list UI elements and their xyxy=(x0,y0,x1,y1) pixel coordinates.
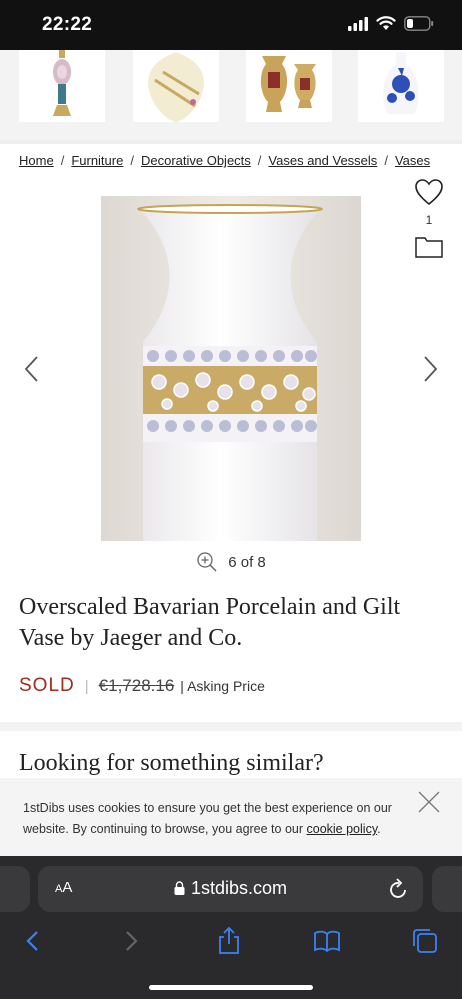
breadcrumb-vases-and-vessels[interactable]: Vases and Vessels xyxy=(268,153,377,168)
url-text: 1stdibs.com xyxy=(190,878,288,898)
asking-price: €1,728.16 xyxy=(98,676,175,695)
status-time: 22:22 xyxy=(42,14,93,35)
section-divider xyxy=(0,140,462,144)
breadcrumb-separator: / xyxy=(384,153,388,168)
product-image[interactable] xyxy=(101,196,361,541)
close-icon[interactable] xyxy=(417,790,441,814)
cookie-banner-text: 1stDibs uses cookies to ensure you get t… xyxy=(23,798,408,840)
status-bar: 22:22 xyxy=(0,0,462,50)
back-chevron-icon[interactable] xyxy=(18,926,48,956)
lock-icon xyxy=(174,881,185,895)
breadcrumb-home[interactable]: Home xyxy=(19,153,54,168)
breadcrumb-separator: / xyxy=(60,153,65,168)
save-to-folder-icon[interactable] xyxy=(414,235,444,259)
home-indicator xyxy=(149,985,313,990)
breadcrumb: Home / Furniture / Decorative Objects / Vases … xyxy=(19,153,430,168)
price-note: | Asking Price xyxy=(180,678,265,694)
browser-toolbar xyxy=(0,918,462,963)
cookie-policy-link[interactable]: cookie policy xyxy=(307,822,378,836)
favorite-count: 1 xyxy=(425,213,433,227)
breadcrumb-vases[interactable]: Vases xyxy=(395,153,430,168)
price-row: SOLD | €1,728.16 | Asking Price xyxy=(19,675,265,697)
sold-status: SOLD xyxy=(19,675,75,696)
breadcrumb-decorative-objects[interactable]: Decorative Objects xyxy=(141,153,251,168)
previous-tab-peek[interactable] xyxy=(0,866,30,912)
wifi-icon xyxy=(376,16,396,30)
thumb-vase-gold-pair[interactable] xyxy=(246,50,332,122)
section-divider xyxy=(0,722,462,731)
thumb-vase-pink-pedestal[interactable] xyxy=(19,50,105,122)
bookmarks-book-icon[interactable] xyxy=(312,926,342,956)
breadcrumb-separator: / xyxy=(130,153,134,168)
similar-items-heading: Looking for something similar? xyxy=(19,750,324,776)
battery-icon xyxy=(404,16,434,31)
zoom-in-icon[interactable] xyxy=(196,551,218,573)
next-image-chevron-right-icon[interactable] xyxy=(420,354,440,384)
cellular-signal-icon xyxy=(348,16,368,31)
thumbnail-strip xyxy=(0,50,462,140)
forward-chevron-icon[interactable] xyxy=(116,926,146,956)
price-note-label: Asking Price xyxy=(187,678,265,694)
reload-icon[interactable] xyxy=(389,878,409,900)
share-icon[interactable] xyxy=(214,926,244,956)
tabs-icon[interactable] xyxy=(410,926,440,956)
price-divider: | xyxy=(84,677,89,695)
breadcrumb-separator: / xyxy=(257,153,262,168)
cookie-text-end: . xyxy=(377,822,381,836)
gallery-position: 6 of 8 xyxy=(228,553,266,571)
breadcrumb-furniture[interactable]: Furniture xyxy=(71,153,123,168)
address-bar[interactable]: AA 1stdibs.com xyxy=(38,866,423,912)
cookie-banner: 1stDibs uses cookies to ensure you get t… xyxy=(0,778,462,856)
product-title: Overscaled Bavarian Porcelain and Gilt V… xyxy=(19,594,401,651)
status-icons xyxy=(348,16,434,31)
gallery-zoom-row: 6 of 8 xyxy=(0,551,462,573)
next-tab-peek[interactable] xyxy=(432,866,462,912)
url-display[interactable]: 1stdibs.com xyxy=(38,878,423,899)
previous-image-chevron-left-icon[interactable] xyxy=(22,354,42,384)
thumb-vase-blue-white[interactable] xyxy=(358,50,444,122)
favorite-heart-icon[interactable] xyxy=(414,178,444,206)
thumb-vase-cream-ribbon[interactable] xyxy=(133,50,219,122)
side-actions: 1 xyxy=(412,178,446,264)
